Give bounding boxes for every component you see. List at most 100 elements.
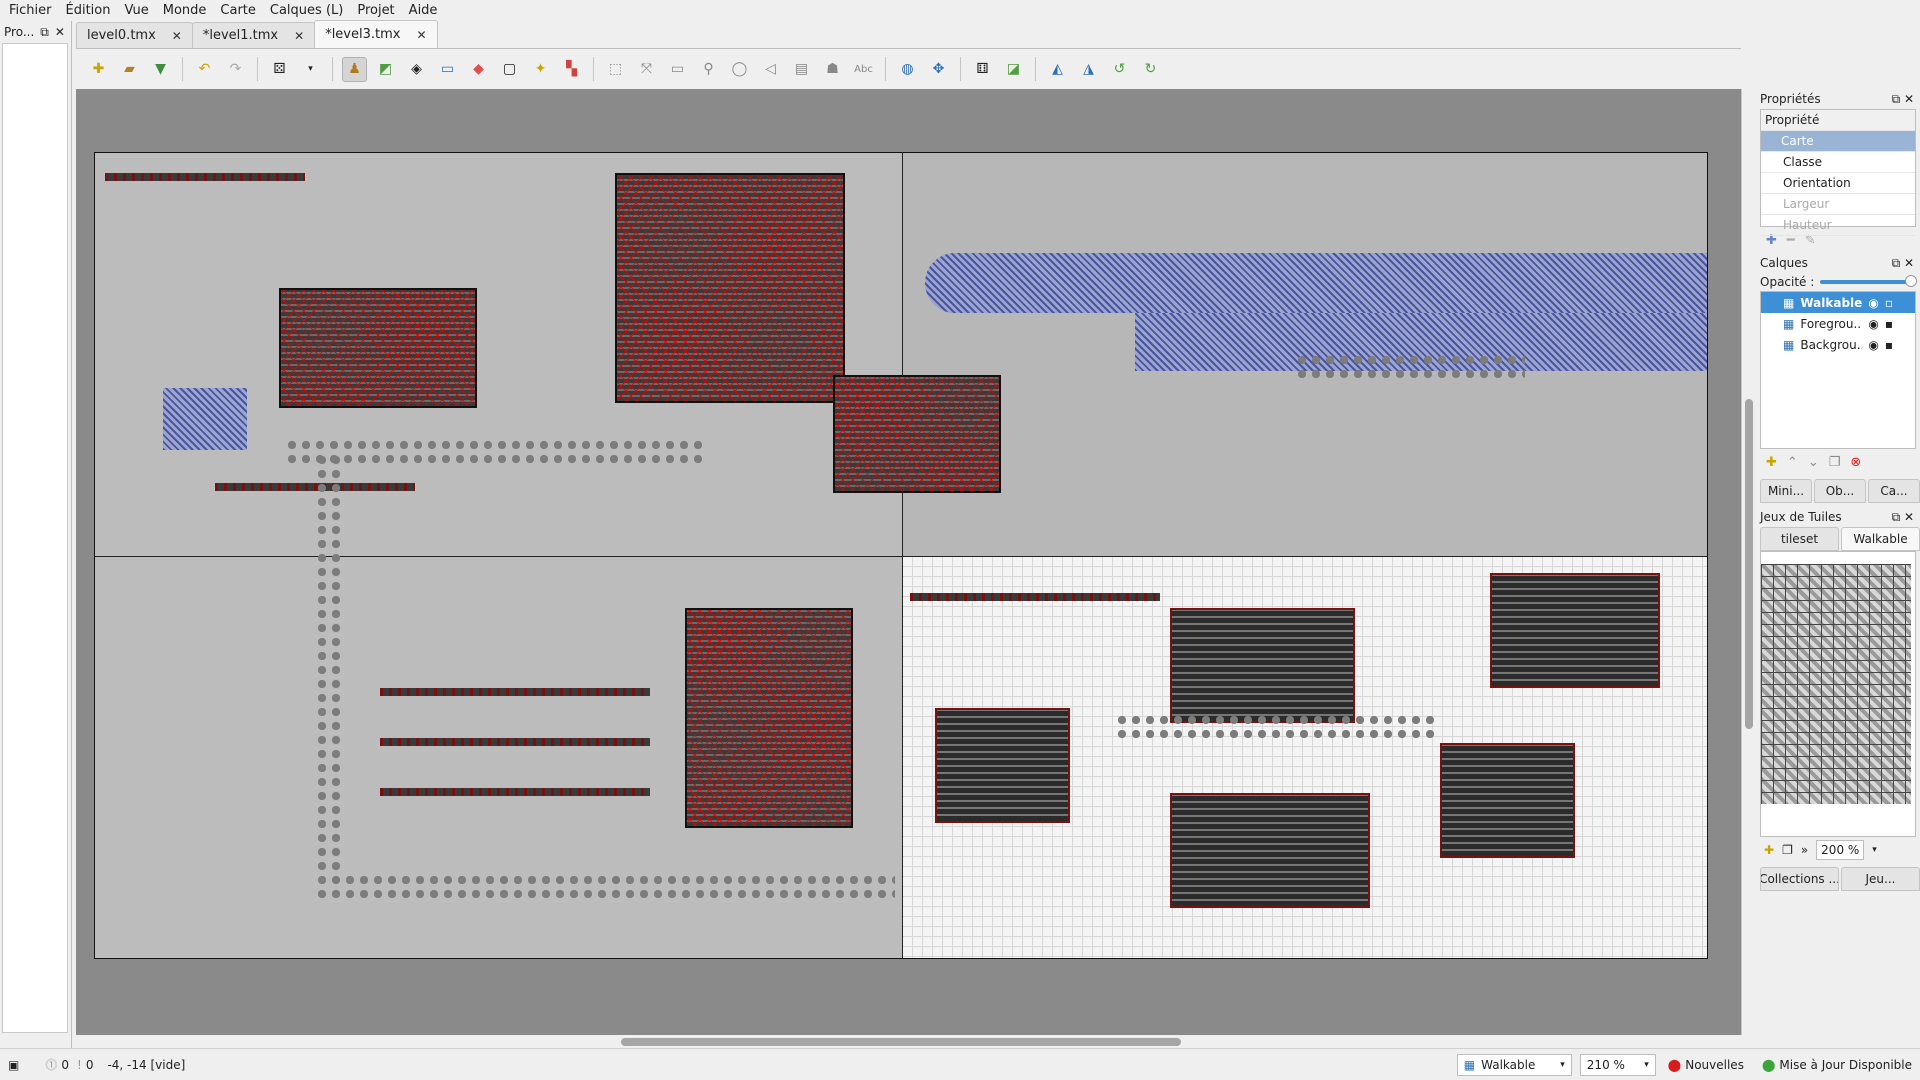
slider-handle[interactable]: [1905, 275, 1918, 287]
news-icon[interactable]: ⬤: [1668, 1058, 1681, 1072]
menu-fichier[interactable]: Fichier: [2, 0, 59, 21]
lower-layer-icon[interactable]: ⌄: [1808, 455, 1819, 470]
lock-icon[interactable]: ▪: [1885, 317, 1893, 331]
move-icon[interactable]: ✥: [926, 57, 951, 82]
tab-walkable[interactable]: Walkable: [1841, 527, 1920, 551]
layer-item-background[interactable]: ▦ Backgrou... ◉ ▪: [1761, 334, 1915, 355]
lock-icon[interactable]: ▪: [1885, 338, 1893, 352]
property-orientation[interactable]: Orientation: [1761, 173, 1915, 194]
error-icon[interactable]: !: [77, 1058, 82, 1072]
tileset-zoom-field[interactable]: 200 %: [1816, 840, 1865, 860]
insert-template-icon[interactable]: ☗: [820, 57, 845, 82]
stamp-brush-icon[interactable]: ♟: [342, 56, 367, 82]
chevron-down-icon[interactable]: ▾: [1872, 845, 1877, 855]
news-link[interactable]: Nouvelles: [1685, 1058, 1744, 1072]
tileset-view[interactable]: [1760, 551, 1916, 837]
float-icon[interactable]: ⧉: [40, 25, 49, 40]
properties-table[interactable]: Propriété Carte Classe Orientation Large…: [1760, 109, 1916, 236]
eye-icon[interactable]: ◉: [1868, 317, 1878, 331]
rotate-right-icon[interactable]: ↻: [1138, 57, 1163, 82]
layer-item-walkable[interactable]: ▦ Walkable ◉ ▫: [1761, 292, 1915, 313]
opacity-slider[interactable]: [1820, 275, 1918, 287]
menu-calques[interactable]: Calques (L): [263, 0, 350, 21]
eye-icon[interactable]: ◉: [1868, 338, 1878, 352]
tab-collections[interactable]: Collections ...: [1760, 867, 1839, 891]
zoom-selector[interactable]: 210 % ▾: [1579, 1053, 1656, 1076]
vertical-scrollbar[interactable]: [1741, 89, 1755, 1035]
update-icon[interactable]: ⬤: [1762, 1058, 1775, 1072]
warning-icon[interactable]: ⓵: [45, 1056, 57, 1073]
layer-item-foreground[interactable]: ▦ Foregrou... ◉ ▪: [1761, 313, 1915, 334]
rect-select-icon[interactable]: ▢: [497, 57, 522, 82]
scrollbar-thumb[interactable]: [1745, 399, 1753, 729]
new-layer-icon[interactable]: ✚: [1766, 455, 1777, 470]
menu-projet[interactable]: Projet: [350, 0, 401, 21]
raise-layer-icon[interactable]: ⌃: [1787, 455, 1798, 470]
tileset-tiles[interactable]: [1761, 564, 1911, 804]
tab-level3[interactable]: *level3.tmx ✕: [314, 20, 438, 48]
dock-toggle-icon[interactable]: ▣: [8, 1058, 19, 1072]
select-same-tile-icon[interactable]: ▚: [559, 57, 584, 82]
eye-icon[interactable]: ◉: [1868, 296, 1878, 310]
close-icon[interactable]: ✕: [172, 29, 182, 43]
lock-icon[interactable]: ▫: [1885, 296, 1893, 310]
project-tree[interactable]: [2, 43, 68, 1033]
redo-icon[interactable]: ↷: [223, 57, 248, 82]
properties-group-carte[interactable]: Carte: [1761, 131, 1915, 152]
select-objects-icon[interactable]: ⬚: [603, 57, 628, 82]
insert-text-icon[interactable]: Abc: [851, 57, 876, 82]
chevron-down-icon[interactable]: ▾: [298, 57, 323, 82]
undo-icon[interactable]: ↶: [192, 57, 217, 82]
horizontal-scrollbar[interactable]: [76, 1035, 1741, 1048]
flip-vertical-icon[interactable]: ◮: [1076, 57, 1101, 82]
property-largeur[interactable]: Largeur: [1761, 194, 1915, 215]
tab-tilesets[interactable]: Jeu...: [1841, 867, 1920, 891]
tab-tileset[interactable]: tileset: [1760, 527, 1839, 551]
menu-vue[interactable]: Vue: [117, 0, 155, 21]
tab-level1[interactable]: *level1.tmx ✕: [191, 22, 316, 48]
tile-map[interactable]: [94, 152, 1708, 959]
insert-tile-icon[interactable]: ▤: [789, 57, 814, 82]
insert-ellipse-icon[interactable]: ◯: [727, 57, 752, 82]
tab-minimap[interactable]: Mini...: [1760, 479, 1812, 503]
property-hauteur[interactable]: Hauteur: [1761, 215, 1915, 236]
new-file-icon[interactable]: ✚: [86, 57, 111, 82]
scrollbar-thumb[interactable]: [621, 1038, 1181, 1046]
insert-polygon-icon[interactable]: ◁: [758, 57, 783, 82]
property-classe[interactable]: Classe: [1761, 152, 1915, 173]
bucket-fill-icon[interactable]: ◈: [404, 57, 429, 82]
save-icon[interactable]: ▼: [148, 57, 173, 82]
layer-selector[interactable]: ▦ Walkable ▾: [1456, 1053, 1572, 1076]
panel-controls-icon[interactable]: ⧉ ✕: [1892, 256, 1914, 271]
random-mode-icon[interactable]: ⚄: [267, 57, 292, 82]
new-tileset-icon[interactable]: ✚: [1764, 843, 1774, 857]
panel-controls-icon[interactable]: ⧉ ✕: [1892, 510, 1914, 525]
layers-list[interactable]: ▦ Walkable ◉ ▫ ▦ Foregrou... ◉ ▪ ▦ Backg…: [1760, 291, 1916, 449]
random-dice-icon[interactable]: ⚅: [970, 57, 995, 82]
close-icon[interactable]: ✕: [416, 28, 426, 42]
close-icon[interactable]: ✕: [294, 29, 304, 43]
panel-controls-icon[interactable]: ⧉ ✕: [1892, 92, 1914, 107]
map-canvas[interactable]: [76, 89, 1741, 1035]
tileset-menu-icon[interactable]: ❐: [1782, 843, 1793, 857]
tab-level0[interactable]: level0.tmx ✕: [76, 22, 193, 48]
open-folder-icon[interactable]: ▰: [117, 57, 142, 82]
shape-fill-icon[interactable]: ▭: [435, 57, 460, 82]
menu-carte[interactable]: Carte: [213, 0, 262, 21]
menu-edition[interactable]: Édition: [59, 0, 118, 21]
world-tool-icon[interactable]: ◍: [895, 57, 920, 82]
tab-layers[interactable]: Ca...: [1868, 479, 1920, 503]
more-icon[interactable]: »: [1801, 843, 1808, 857]
flip-horizontal-icon[interactable]: ◭: [1045, 57, 1070, 82]
update-link[interactable]: Mise à Jour Disponible: [1779, 1058, 1912, 1072]
insert-point-icon[interactable]: ⚲: [696, 57, 721, 82]
menu-monde[interactable]: Monde: [156, 0, 214, 21]
wang-brush-icon[interactable]: ◪: [1001, 57, 1026, 82]
rotate-left-icon[interactable]: ↺: [1107, 57, 1132, 82]
delete-layer-icon[interactable]: ⊗: [1850, 455, 1861, 470]
tab-objects[interactable]: Ob...: [1814, 479, 1866, 503]
magic-wand-icon[interactable]: ✦: [528, 57, 553, 82]
insert-rectangle-icon[interactable]: ▭: [665, 57, 690, 82]
menu-aide[interactable]: Aide: [402, 0, 445, 21]
eraser-icon[interactable]: ◆: [466, 57, 491, 82]
